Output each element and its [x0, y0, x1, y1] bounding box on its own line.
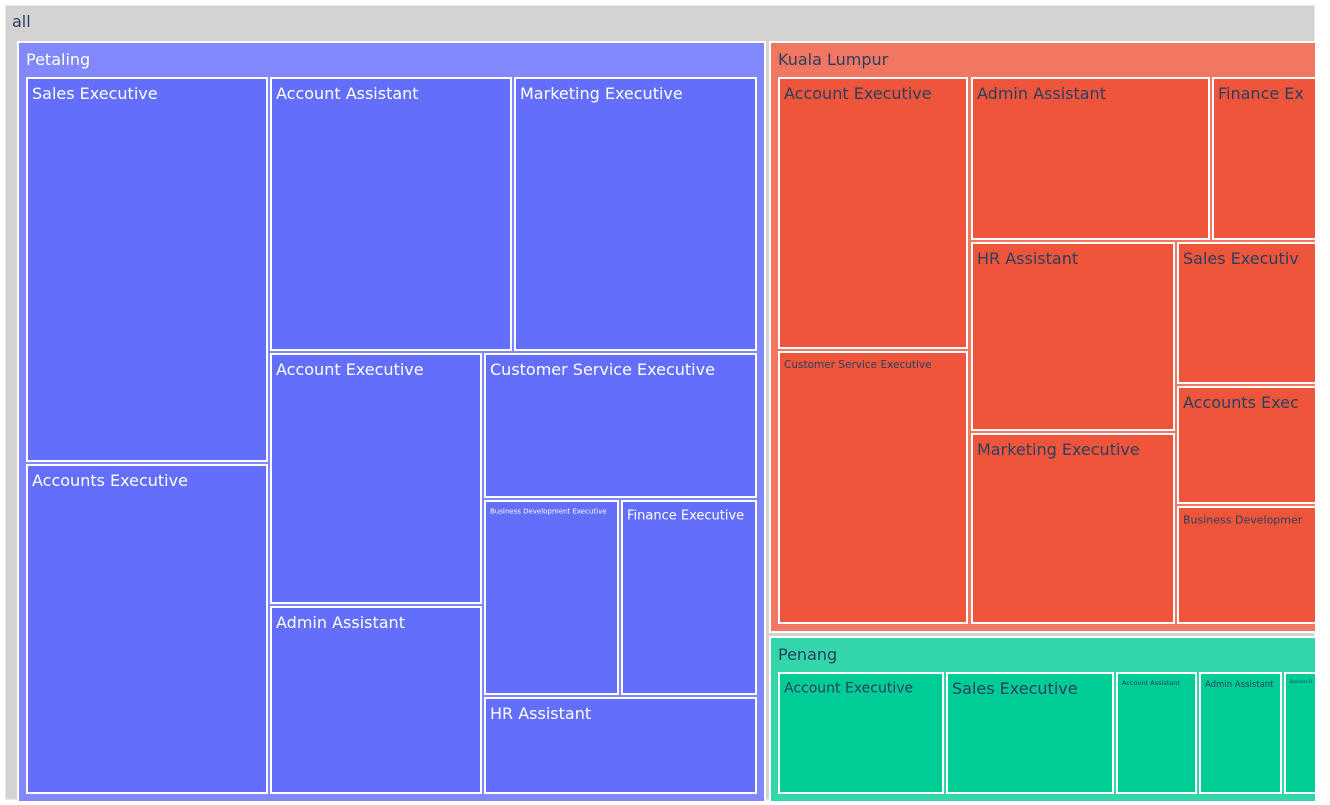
treemap-leaf-label-penang-sales-executive: Sales Executive — [952, 679, 1078, 698]
treemap-leaf-label-penang-account-assistant: Account Assistant — [1122, 679, 1180, 687]
treemap-leaf-label-petaling-sales-executive: Sales Executive — [32, 84, 158, 103]
treemap-leaf-label-kuala-lumpur-admin-assistant: Admin Assistant — [977, 84, 1106, 103]
treemap-leaf-petaling-account-assistant[interactable] — [270, 77, 512, 351]
treemap-leaf-kuala-lumpur-marketing-executive[interactable] — [971, 433, 1175, 624]
treemap-leaf-petaling-admin-assistant[interactable] — [270, 606, 482, 794]
treemap-leaf-petaling-business-development-executive[interactable] — [484, 500, 619, 695]
treemap-leaf-label-petaling-account-executive: Account Executive — [276, 360, 424, 379]
treemap-leaf-label-penang-account-executive: Account Executive — [784, 680, 913, 696]
treemap-branch-label-kuala-lumpur: Kuala Lumpur — [778, 50, 889, 69]
treemap-leaf-label-petaling-finance-executive: Finance Executive — [627, 508, 744, 523]
treemap-leaf-label-petaling-account-assistant: Account Assistant — [276, 84, 419, 103]
treemap-leaf-penang-business-d[interactable] — [1284, 672, 1330, 794]
treemap-leaf-petaling-account-executive[interactable] — [270, 353, 482, 604]
treemap-leaf-petaling-accounts-executive[interactable] — [26, 464, 268, 794]
treemap-leaf-kuala-lumpur-hr-assistant[interactable] — [971, 242, 1175, 431]
treemap-leaf-petaling-finance-executive[interactable] — [621, 500, 757, 695]
treemap-leaf-label-kuala-lumpur-business-developmer: Business Developmer — [1183, 513, 1303, 526]
treemap-leaf-label-kuala-lumpur-sales-executiv: Sales Executiv — [1183, 249, 1299, 268]
treemap-leaf-label-kuala-lumpur-accounts-exec: Accounts Exec — [1183, 393, 1299, 412]
treemap-leaf-label-petaling-marketing-executive: Marketing Executive — [520, 84, 683, 103]
treemap-leaf-petaling-marketing-executive[interactable] — [514, 77, 757, 351]
treemap-leaf-label-kuala-lumpur-finance-ex: Finance Ex — [1218, 84, 1304, 103]
treemap-leaf-label-petaling-business-development-executive: Business Development Executive — [490, 508, 607, 516]
treemap-root-label: all — [12, 12, 31, 31]
treemap-leaf-label-kuala-lumpur-account-executive: Account Executive — [784, 84, 932, 103]
treemap-leaf-label-kuala-lumpur-customer-service-executive: Customer Service Executive — [784, 359, 932, 371]
treemap-leaf-penang-account-assistant[interactable] — [1116, 672, 1197, 794]
treemap-branch-label-petaling: Petaling — [26, 50, 90, 69]
treemap-leaf-kuala-lumpur-account-executive[interactable] — [778, 77, 968, 349]
treemap-leaf-kuala-lumpur-customer-service-executive[interactable] — [778, 351, 968, 624]
treemap-leaf-petaling-sales-executive[interactable] — [26, 77, 268, 462]
treemap-leaf-label-petaling-customer-service-executive: Customer Service Executive — [490, 360, 715, 379]
treemap-leaf-label-petaling-accounts-executive: Accounts Executive — [32, 471, 188, 490]
treemap-leaf-penang-admin-assistant[interactable] — [1199, 672, 1282, 794]
treemap-leaf-label-petaling-hr-assistant: HR Assistant — [490, 704, 591, 723]
treemap-leaf-label-kuala-lumpur-marketing-executive: Marketing Executive — [977, 440, 1140, 459]
treemap-leaf-label-penang-admin-assistant: Admin Assistant — [1205, 680, 1274, 690]
treemap-leaf-label-kuala-lumpur-hr-assistant: HR Assistant — [977, 249, 1078, 268]
treemap-leaf-label-petaling-admin-assistant: Admin Assistant — [276, 613, 405, 632]
treemap-branch-label-penang: Penang — [778, 645, 837, 664]
treemap-leaf-label-penang-business-d: Business D — [1290, 679, 1312, 684]
treemap-chart: all Petaling Sales Executive Accounts Execu… — [4, 4, 1330, 803]
